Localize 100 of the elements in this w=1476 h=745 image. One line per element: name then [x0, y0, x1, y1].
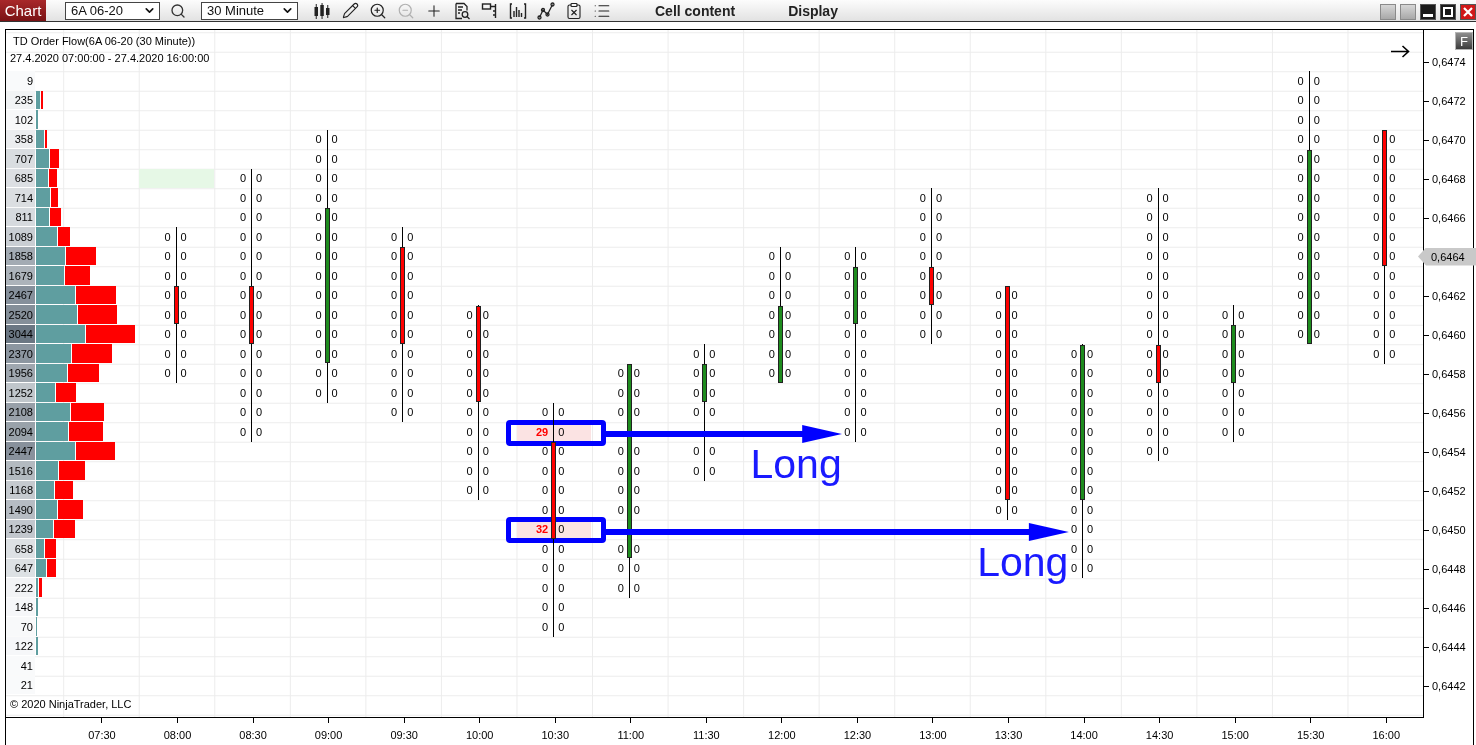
bid-volume: 0	[466, 445, 473, 458]
bid-volume: 0	[844, 250, 851, 263]
bid-volume: 0	[919, 328, 926, 341]
ask-volume: 0	[1389, 152, 1396, 166]
time-label: 10:00	[465, 728, 494, 742]
bid-volume: 0	[164, 347, 171, 361]
bid-volume: 0	[315, 347, 322, 361]
chart-tab[interactable]: Chart	[0, 0, 46, 21]
price-label: 0,6462	[1432, 288, 1466, 303]
bid-volume: 0	[995, 386, 1002, 400]
time-label: 12:30	[843, 728, 872, 742]
ask-volume: 0	[1313, 133, 1320, 146]
candlestick-icon[interactable]	[313, 1, 331, 20]
ask-volume: 0	[709, 386, 716, 400]
line-chart-icon[interactable]	[537, 1, 555, 20]
time-label: 14:00	[1070, 728, 1098, 742]
ask-volume: 0	[558, 620, 565, 634]
bid-volume: 0	[1297, 289, 1304, 302]
ask-volume: 0	[784, 347, 791, 361]
f-button[interactable]: F	[1455, 32, 1473, 50]
ask-volume: 0	[1238, 425, 1245, 439]
bid-volume: 0	[1070, 347, 1078, 361]
ask-volume: 0	[1087, 503, 1094, 517]
bid-volume: 0	[1297, 94, 1304, 107]
price-label: 0,6468	[1432, 171, 1466, 186]
volume-label: 811	[6, 207, 35, 227]
ask-volume: 0	[633, 562, 640, 575]
bid-volume: 0	[1373, 211, 1380, 224]
ask-volume: 0	[1313, 113, 1320, 127]
zoom-in-icon[interactable]	[369, 1, 387, 20]
bid-volume: 0	[315, 250, 322, 263]
volume-label: 41	[6, 656, 35, 675]
ask-volume: 0	[709, 406, 716, 419]
clipboard-icon[interactable]	[565, 1, 583, 20]
bid-volume: 0	[164, 230, 171, 244]
bid-volume: 0	[239, 406, 247, 419]
date-range: 27.4.2020 07:00:00 - 27.4.2020 16:00:00	[10, 51, 210, 66]
bid-volume: 0	[1222, 386, 1229, 400]
maximize-icon	[1443, 7, 1453, 17]
ask-volume: 0	[1011, 464, 1018, 478]
ask-volume: 0	[1087, 347, 1094, 361]
minimize-button[interactable]	[1420, 4, 1436, 20]
bid-volume: 0	[1070, 445, 1078, 458]
buy-volume-bar	[36, 422, 68, 441]
ask-volume: 0	[1313, 250, 1320, 263]
ask-volume: 0	[1389, 269, 1396, 283]
price-label: 0,6448	[1432, 561, 1466, 576]
bid-volume: 0	[542, 503, 549, 517]
bid-volume: 0	[1373, 152, 1380, 166]
price-label: 0,6452	[1432, 483, 1466, 498]
ask-volume: 0	[1087, 445, 1094, 458]
document-search-icon[interactable]	[453, 1, 471, 20]
chart-title: TD Order Flow(6A 06-20 (30 Minute))	[13, 34, 196, 49]
ask-volume: 0	[1162, 250, 1169, 263]
close-button[interactable]	[1460, 4, 1476, 20]
ask-volume: 0	[1389, 289, 1396, 302]
bid-volume: 0	[315, 367, 322, 380]
ask-volume: 0	[331, 367, 338, 380]
volume-label: 2094	[6, 422, 35, 441]
bid-volume: 0	[995, 289, 1002, 302]
bid-volume: 0	[315, 211, 322, 224]
price-label: 0,6458	[1432, 366, 1466, 381]
ask-volume: 0	[482, 484, 489, 497]
bid-volume: 0	[1222, 367, 1229, 380]
ask-volume: 0	[407, 269, 414, 283]
bid-volume: 0	[239, 269, 247, 283]
bar-chart-icon[interactable]	[509, 1, 527, 20]
ask-volume: 0	[860, 328, 867, 341]
ask-volume: 0	[935, 328, 943, 341]
menu-item[interactable]: Cell content	[655, 2, 736, 19]
bracket-icon[interactable]	[481, 1, 499, 20]
price-label: 0,6470	[1432, 132, 1466, 147]
pencil-icon[interactable]	[341, 2, 359, 19]
ask-volume: 0	[256, 230, 263, 244]
search-icon[interactable]	[170, 2, 186, 19]
minimize-icon	[1423, 13, 1433, 17]
price-label: 0,6450	[1432, 522, 1466, 537]
ask-volume: 0	[558, 601, 565, 614]
bid-volume: 0	[1373, 308, 1380, 322]
instrument-dropdown[interactable]: 6A 06-20	[65, 1, 160, 20]
bid-volume: 0	[1070, 542, 1078, 556]
bid-volume: 0	[239, 289, 247, 302]
menu-item[interactable]: Display	[788, 2, 838, 19]
ask-volume: 0	[256, 406, 263, 419]
bid-volume: 0	[1070, 484, 1078, 497]
interval-dropdown[interactable]: 30 Minute	[201, 1, 298, 20]
bid-volume: 0	[693, 386, 700, 400]
volume-label: 1956	[6, 363, 35, 383]
ask-volume: 0	[180, 367, 187, 380]
ask-volume: 0	[256, 347, 263, 361]
buy-volume-bar	[36, 305, 77, 324]
bid-volume: 0	[1222, 308, 1229, 322]
bid-volume: 0	[1373, 172, 1380, 185]
ask-volume: 0	[482, 367, 489, 380]
right-arrow-icon[interactable]	[1391, 45, 1410, 58]
volume-label: 102	[6, 110, 35, 129]
ask-volume: 0	[633, 542, 640, 556]
maximize-button[interactable]	[1440, 4, 1456, 20]
time-label: 13:30	[994, 728, 1023, 742]
bid-volume: 0	[1297, 269, 1304, 283]
